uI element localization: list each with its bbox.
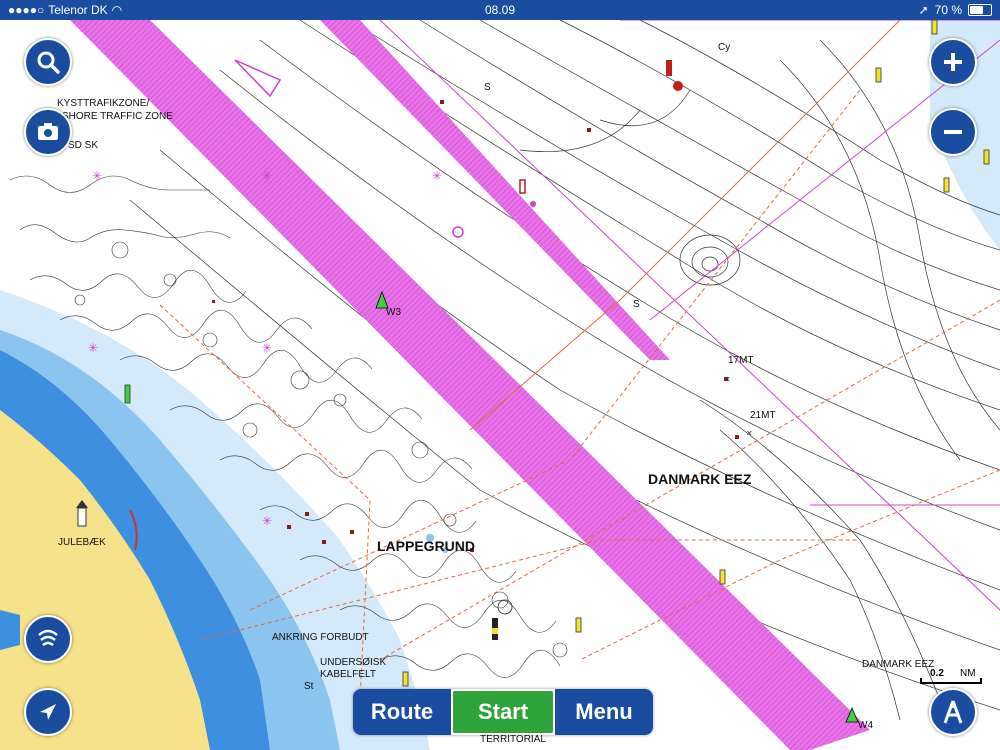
wifi-icon: ◠ xyxy=(111,3,123,17)
menu-button[interactable]: Menu xyxy=(555,689,653,735)
minus-icon xyxy=(944,130,962,134)
camera-icon xyxy=(38,123,58,140)
label-w4: W4 xyxy=(858,720,873,731)
bottom-toolbar: Route Start Menu xyxy=(353,689,653,735)
carrier-name: Telenor DK xyxy=(48,3,108,17)
label-danmark-eez: DANMARK EEZ xyxy=(648,471,752,487)
autoguidance-icon xyxy=(943,700,963,724)
label-traffic-zone-line2: SHORE TRAFFIC ZONE xyxy=(62,111,173,122)
marker-21mt-symbol: ✕ xyxy=(746,429,753,438)
battery-fill xyxy=(970,6,983,14)
location-arrow-icon: ➚ xyxy=(918,3,929,17)
plus-icon xyxy=(944,53,962,71)
svg-text:✳: ✳ xyxy=(92,169,102,183)
sonar-button[interactable] xyxy=(24,615,72,663)
marker-17mt-symbol: ✕ xyxy=(724,375,731,384)
label-cy: Cy xyxy=(718,42,731,53)
status-left: ●●●●○ Telenor DK ◠ xyxy=(8,3,122,17)
green-beacon[interactable] xyxy=(124,384,131,404)
label-17mt: 17MT xyxy=(728,355,754,366)
cardinal-mark[interactable] xyxy=(492,618,498,640)
autoguidance-button[interactable] xyxy=(929,688,977,736)
sonar-icon xyxy=(38,629,58,647)
label-ankring-forbudt: ANKRING FORBUDT xyxy=(272,632,369,643)
label-s-mid: S xyxy=(633,299,640,310)
label-undersoisk-line2: KABELFELT xyxy=(320,669,376,680)
label-21mt: 21MT xyxy=(750,410,776,421)
scale-line xyxy=(920,678,982,684)
start-button[interactable]: Start xyxy=(451,689,555,735)
label-sd-sk: SD SK xyxy=(68,140,99,151)
svg-text:✳: ✳ xyxy=(262,514,272,528)
harbour-water xyxy=(0,610,20,650)
svg-text:✳: ✳ xyxy=(262,169,272,183)
camera-button[interactable] xyxy=(24,108,72,156)
navigation-arrow-icon xyxy=(40,704,56,720)
location-button[interactable] xyxy=(24,688,72,736)
signal-icon: ●●●●○ xyxy=(8,3,45,17)
label-st: St xyxy=(304,681,314,692)
zoom-out-button[interactable] xyxy=(929,108,977,156)
status-bar: ●●●●○ Telenor DK ◠ 08.09 ➚ 70 % xyxy=(0,0,1000,20)
svg-text:✳: ✳ xyxy=(262,341,272,355)
label-s-top: S xyxy=(484,82,491,93)
zoom-in-button[interactable] xyxy=(929,38,977,86)
label-julebaek: JULEBÆK xyxy=(58,537,106,548)
label-territorial: TERRITORIAL xyxy=(480,734,546,745)
svg-text:✳: ✳ xyxy=(88,341,98,355)
status-right: ➚ 70 % xyxy=(919,3,992,17)
search-button[interactable] xyxy=(24,38,72,86)
battery-icon xyxy=(968,4,992,16)
battery-percent: 70 % xyxy=(934,3,962,17)
label-lappegrund: LAPPEGRUND xyxy=(377,538,476,554)
label-undersoisk-line1: UNDERSØISK xyxy=(320,657,387,668)
status-time: 08.09 xyxy=(484,3,516,17)
label-w3: W3 xyxy=(386,307,401,318)
scale-bar: 0.2 NM xyxy=(920,668,982,684)
search-icon xyxy=(37,51,60,74)
svg-text:✳: ✳ xyxy=(432,169,442,183)
label-traffic-zone-line1: KYSTTRAFIKZONE/ xyxy=(57,98,150,109)
route-button[interactable]: Route xyxy=(353,689,451,735)
